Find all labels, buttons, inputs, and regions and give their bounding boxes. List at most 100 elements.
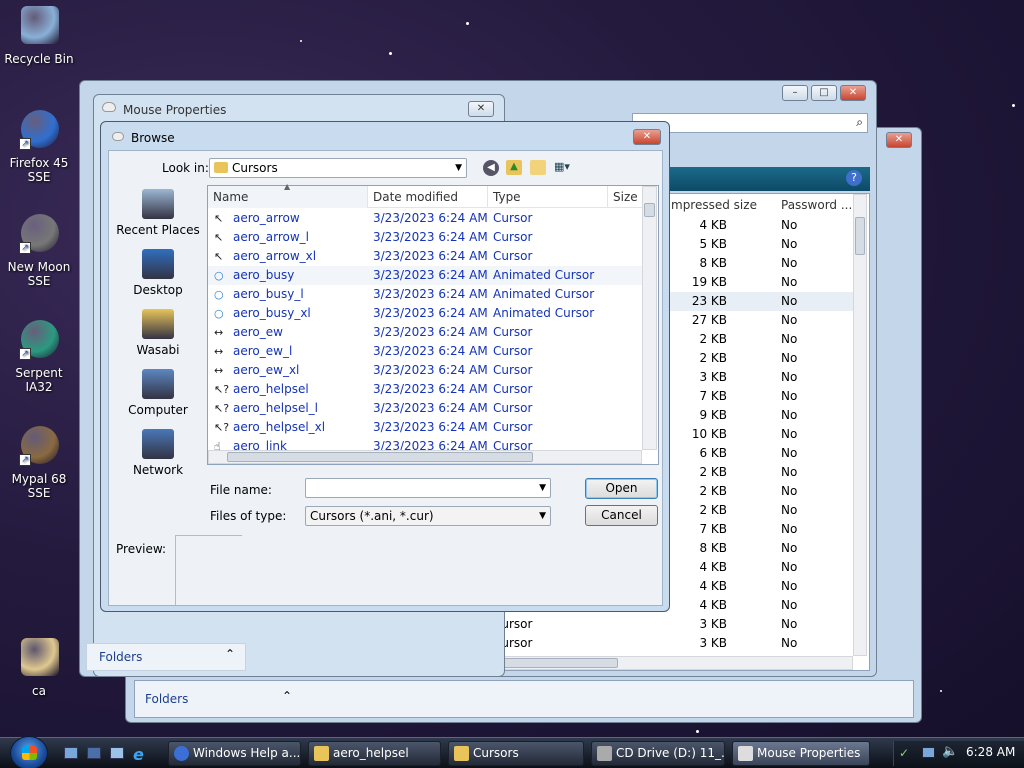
place-computer[interactable]: Computer [109, 369, 207, 417]
file-type: Animated Cursor [493, 306, 595, 320]
column-headers: Name Date modified Type Size ▲ [208, 182, 646, 208]
maximize-button[interactable]: □ [811, 85, 837, 101]
back-icon[interactable]: ◀ [483, 160, 499, 176]
desktop-icon-label: Serpent IA32 [15, 366, 63, 394]
close-button[interactable]: ✕ [468, 101, 494, 117]
taskbar: e Windows Help a... aero_helpsel Cursors CD… [0, 736, 1024, 768]
monitor-tray-icon[interactable] [922, 747, 935, 758]
file-name: aero_ew_xl [233, 363, 300, 377]
password-status: No [781, 446, 798, 460]
file-row[interactable]: ↖ aero_arrow_l 3/23/2023 6:24 AM Cursor [208, 228, 642, 247]
desktop-icon[interactable]: ↗ Firefox 45 SSE [0, 108, 78, 184]
column-header-compressed-size[interactable]: mpressed size [671, 198, 757, 212]
taskbar-item-label: Windows Help a... [193, 746, 301, 760]
desktop-icon[interactable]: ca [0, 636, 78, 698]
desktop-icon[interactable]: ↗ New Moon SSE [0, 212, 78, 288]
file-type: Cursor [493, 382, 533, 396]
look-in-dropdown[interactable]: Cursors ▼ [209, 158, 467, 178]
file-date: 3/23/2023 6:24 AM [373, 401, 488, 415]
explorer-quicklaunch-icon[interactable] [110, 747, 124, 759]
password-status: No [781, 408, 798, 422]
vertical-scrollbar[interactable] [853, 194, 867, 656]
file-row[interactable]: ↖? aero_helpsel_xl 3/23/2023 6:24 AM Cursor [208, 418, 642, 437]
help-icon[interactable]: ? [846, 170, 862, 186]
file-date: 3/23/2023 6:24 AM [373, 382, 488, 396]
scroll-thumb[interactable] [855, 217, 865, 255]
file-row[interactable]: ↔ aero_ew_l 3/23/2023 6:24 AM Cursor [208, 342, 642, 361]
up-folder-icon[interactable]: ▲ [506, 160, 522, 175]
horizontal-scrollbar[interactable] [208, 450, 642, 464]
taskbar-item[interactable]: Cursors [448, 741, 584, 766]
place-network[interactable]: Network [109, 429, 207, 477]
column-header-type[interactable]: Type [488, 186, 608, 208]
column-header-size[interactable]: Size [608, 186, 646, 208]
look-in-label: Look in: [162, 161, 209, 175]
file-size: 3 KB [699, 617, 727, 631]
network-tray-icon[interactable]: ✓ [899, 746, 909, 760]
scroll-thumb[interactable] [644, 203, 655, 217]
close-button[interactable]: ✕ [633, 129, 661, 145]
vertical-scrollbar[interactable] [642, 186, 657, 450]
file-row[interactable]: ↔ aero_ew_xl 3/23/2023 6:24 AM Cursor [208, 361, 642, 380]
new-folder-icon[interactable] [530, 160, 546, 175]
file-row[interactable]: ↖? aero_helpsel_l 3/23/2023 6:24 AM Cursor [208, 399, 642, 418]
desktop-icon[interactable]: ↗ Serpent IA32 [0, 318, 78, 394]
file-row[interactable]: ↖ aero_arrow_xl 3/23/2023 6:24 AM Cursor [208, 247, 642, 266]
file-list[interactable]: Name Date modified Type Size ▲ ↖ aero_arr… [207, 182, 659, 465]
place-label: Computer [128, 403, 188, 417]
column-header-password[interactable]: Password ... [781, 198, 852, 212]
column-header-date-modified[interactable]: Date modified [368, 186, 488, 208]
views-icon[interactable]: ▦▾ [554, 160, 578, 175]
place-recent-places[interactable]: Recent Places [109, 189, 207, 237]
busy-cursor-icon: ○ [214, 269, 224, 282]
desktop-icon[interactable]: Recycle Bin [0, 4, 78, 66]
file-name-input[interactable]: ▼ [305, 478, 551, 498]
system-tray: ✓ 🔈 6:28 AM [893, 741, 1024, 766]
clock[interactable]: 6:28 AM [966, 745, 1015, 759]
file-type: Cursor [493, 363, 533, 377]
cursor-icon: ↔ [214, 326, 224, 339]
file-row[interactable]: ↔ aero_ew 3/23/2023 6:24 AM Cursor [208, 323, 642, 342]
file-row[interactable]: ☝ aero_link 3/23/2023 6:24 AM Cursor [208, 437, 642, 450]
folders-toggle[interactable]: Folders [99, 650, 142, 664]
password-status: No [781, 636, 798, 650]
chevron-up-icon[interactable]: ⌃ [225, 647, 235, 661]
files-of-type-dropdown[interactable]: Cursors (*.ani, *.cur) ▼ [305, 506, 551, 526]
file-size: 3 KB [699, 636, 727, 650]
volume-icon[interactable]: 🔈 [942, 744, 958, 759]
folders-toggle[interactable]: Folders [145, 692, 188, 706]
file-row[interactable]: ↖? aero_helpsel 3/23/2023 6:24 AM Cursor [208, 380, 642, 399]
password-status: No [781, 389, 798, 403]
taskbar-item[interactable]: Mouse Properties [732, 741, 870, 766]
minimize-button[interactable]: – [782, 85, 808, 101]
scroll-thumb[interactable] [227, 452, 533, 462]
desktop-icon-label: ca [32, 684, 46, 698]
taskbar-item[interactable]: Windows Help a... [168, 741, 301, 766]
taskbar-item[interactable]: aero_helpsel [308, 741, 441, 766]
cancel-button[interactable]: Cancel [585, 505, 658, 526]
start-button[interactable] [10, 736, 48, 768]
browse-dialog[interactable]: Browse ✕ Look in: Cursors ▼ ◀ ▲ ▦▾ Recen… [100, 121, 670, 612]
computer-icon [142, 369, 174, 399]
chevron-up-icon[interactable]: ⌃ [282, 689, 292, 703]
chevron-down-icon[interactable]: ▼ [539, 479, 546, 497]
close-button[interactable]: ✕ [840, 85, 866, 101]
file-row[interactable]: ○ aero_busy 3/23/2023 6:24 AM Animated Curs… [208, 266, 642, 285]
desktop-icon[interactable]: ↗ Mypal 68 SSE [0, 424, 78, 500]
close-button[interactable]: ✕ [886, 132, 912, 148]
file-row[interactable]: ↖ aero_arrow 3/23/2023 6:24 AM Cursor [208, 209, 642, 228]
ie-icon[interactable]: e [133, 745, 144, 764]
place-desktop[interactable]: Desktop [109, 249, 207, 297]
place-wasabi[interactable]: Wasabi [109, 309, 207, 357]
open-button[interactable]: Open [585, 478, 658, 499]
file-row[interactable]: ○ aero_busy_l 3/23/2023 6:24 AM Animated Cu… [208, 285, 642, 304]
file-row[interactable]: ○ aero_busy_xl 3/23/2023 6:24 AM Animated C… [208, 304, 642, 323]
password-status: No [781, 541, 798, 555]
show-desktop-icon[interactable] [64, 747, 78, 759]
file-type: Cursor [493, 249, 533, 263]
folders-pane[interactable]: Folders ⌃ [86, 643, 246, 671]
taskbar-item-label: aero_helpsel [333, 746, 409, 760]
taskbar-item[interactable]: CD Drive (D:) 11_... [591, 741, 725, 766]
switch-windows-icon[interactable] [87, 747, 101, 759]
file-type: Animated Cursor [493, 287, 595, 301]
